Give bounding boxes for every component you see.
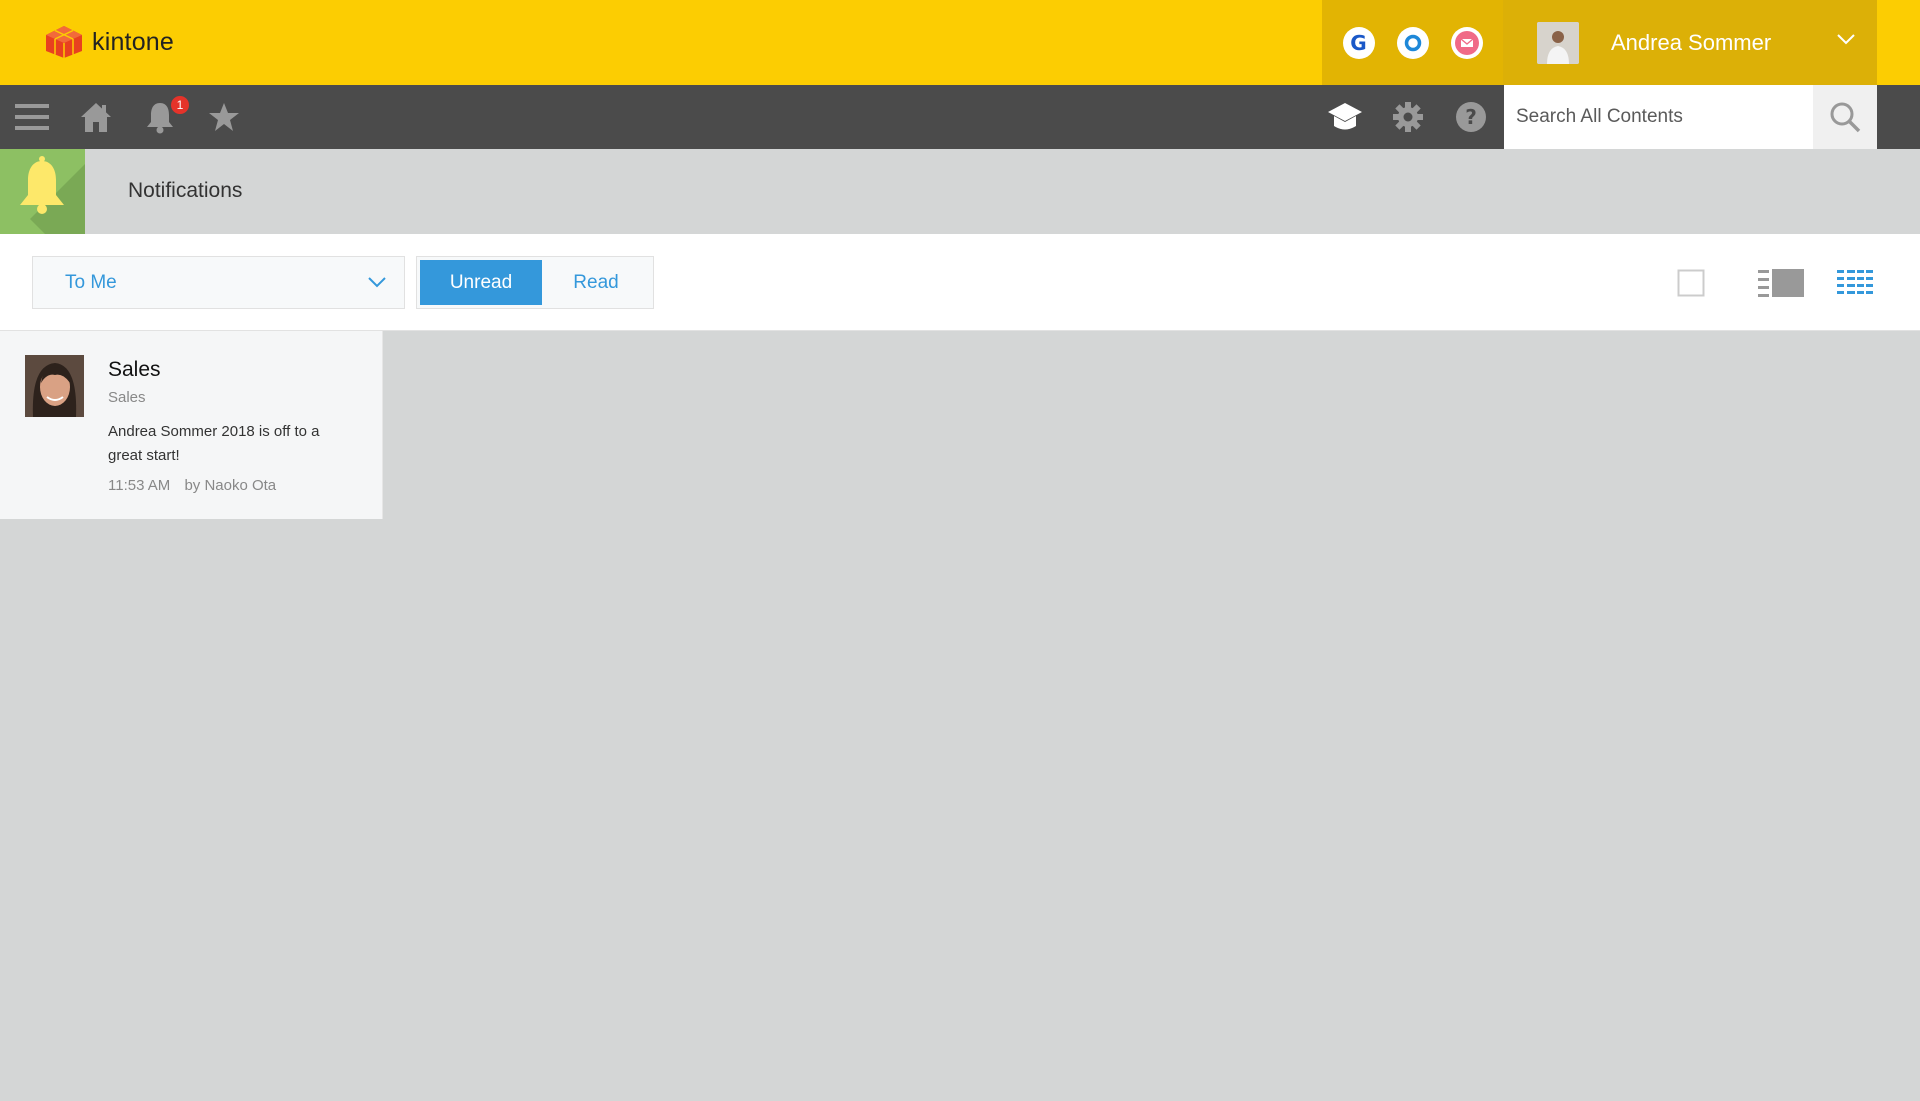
select-all-checkbox[interactable]: [1676, 234, 1706, 331]
notification-time: 11:53 AM: [108, 477, 171, 494]
notification-title[interactable]: Sales: [108, 358, 161, 382]
mail-icon[interactable]: [1450, 26, 1483, 59]
read-tab[interactable]: Read: [542, 260, 650, 305]
kintone-logo-icon: [46, 26, 82, 58]
page-title: Notifications: [128, 179, 243, 202]
notification-count-badge: 1: [170, 95, 190, 115]
nav-bar: 1 ?: [0, 85, 1920, 149]
gear-icon: [1393, 102, 1423, 132]
checkbox-icon: [1677, 269, 1705, 296]
filter-bar: To Me Unread Read: [0, 234, 1920, 331]
notifications-button[interactable]: 1: [142, 85, 190, 149]
notification-author: by Naoko Ota: [184, 477, 277, 494]
page-header: Notifications: [0, 149, 1920, 234]
recipient-filter-select[interactable]: To Me: [32, 256, 405, 309]
bell-icon: [20, 156, 85, 234]
star-icon: [209, 103, 239, 131]
office-icon[interactable]: [1396, 26, 1429, 59]
favorites-button[interactable]: [206, 85, 242, 149]
hamburger-icon: [15, 104, 49, 130]
search-input[interactable]: [1504, 85, 1813, 149]
recipient-filter-value: To Me: [65, 271, 117, 293]
home-icon: [81, 103, 111, 132]
settings-button[interactable]: [1388, 85, 1428, 149]
notification-item[interactable]: Sales Sales Andrea Sommer 2018 is off to…: [0, 331, 383, 519]
google-icon[interactable]: G: [1342, 26, 1375, 59]
learning-button[interactable]: [1325, 85, 1365, 149]
menu-button[interactable]: [14, 85, 50, 149]
user-name: Andrea Sommer: [1611, 29, 1772, 55]
notification-meta: 11:53 AM by Naoko Ota: [108, 477, 276, 494]
integration-icons: G: [1322, 0, 1503, 85]
detail-view-button[interactable]: [1758, 234, 1804, 331]
search-icon: [1830, 102, 1861, 133]
list-detail-view-icon: [1758, 268, 1804, 297]
list-view-button[interactable]: [1836, 234, 1874, 331]
user-avatar: [1537, 21, 1579, 64]
notifications-page-icon: [0, 149, 85, 234]
unread-tab[interactable]: Unread: [420, 260, 542, 305]
help-icon: ?: [1456, 102, 1486, 132]
notification-app-name: Sales: [108, 389, 146, 406]
user-menu[interactable]: Andrea Sommer: [1503, 0, 1877, 85]
grid-list-view-icon: [1837, 269, 1873, 294]
sender-avatar: [25, 355, 84, 417]
logo-text: kintone: [92, 27, 175, 56]
notification-message: Andrea Sommer 2018 is off to a great sta…: [108, 423, 320, 464]
top-header: kintone G Andrea Sommer: [0, 0, 1920, 85]
graduation-cap-icon: [1328, 103, 1362, 130]
kintone-logo[interactable]: kintone: [44, 24, 174, 60]
svg-text:?: ?: [1465, 105, 1477, 129]
chevron-down-icon: [1837, 34, 1855, 45]
chevron-down-icon: [368, 277, 386, 288]
home-button[interactable]: [78, 85, 114, 149]
search-button[interactable]: [1813, 85, 1877, 149]
help-button[interactable]: ?: [1451, 85, 1491, 149]
read-status-toggle: Unread Read: [416, 256, 654, 309]
